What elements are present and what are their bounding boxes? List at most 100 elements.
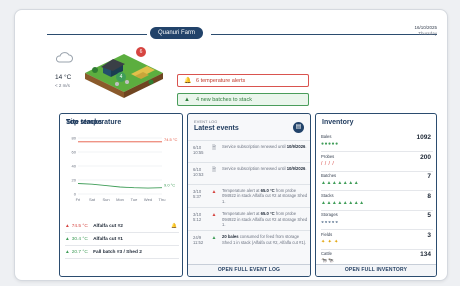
x-tick-label: Tue xyxy=(131,197,139,202)
event-log-tag: EVENT LOG xyxy=(194,120,218,124)
event-timestamp: 3/10 5:12 xyxy=(193,212,202,223)
inventory-glyph-icon: ●●●●● xyxy=(321,141,339,147)
stack-temperature: 74.5 °C xyxy=(71,224,88,229)
x-tick-label: Sat xyxy=(89,197,96,202)
latest-events-title: Latest events xyxy=(194,125,239,132)
x-tick-label: Sun xyxy=(102,197,109,202)
stack-icon: ▲ xyxy=(211,235,217,242)
cloud-icon xyxy=(55,52,73,63)
stack-icon: ▲ xyxy=(184,97,190,103)
new-batches-text: 4 new batches to stack xyxy=(196,97,252,103)
inventory-count: 7 xyxy=(427,173,431,180)
inventory-glyph-icon: ▲▲▲▲▲▲▲▲ xyxy=(321,199,365,206)
temperature-chart[interactable]: 80 60 40 20 0Fri Sat Sun Mon Tue Wed Thu 74.5 °C 9.0… xyxy=(64,132,180,204)
weekday-text: Thursday xyxy=(418,31,437,36)
inventory-glyph-icon: / / / / xyxy=(321,160,335,167)
inventory-label: Fields xyxy=(321,231,333,237)
dashboard-frame: Quanuri Farm 16/10/2025 Thursday 14 °C <… xyxy=(14,9,448,281)
inventory-row-probes[interactable]: Probes 200 / / / / xyxy=(321,152,433,172)
header-rule-left xyxy=(47,34,147,35)
alert-bell-icon: 🔔 xyxy=(171,224,177,229)
open-event-log-button[interactable]: OPEN FULL EVENT LOG xyxy=(188,264,310,276)
inventory-row-fields[interactable]: Fields 3 ✦ ✦ ✦ xyxy=(321,230,433,250)
event-text: Temperature alert at 65.0 °C from probe … xyxy=(222,188,308,204)
header-rule-right xyxy=(211,34,437,35)
inventory-glyph-icon: ◒◒◒◒◒ xyxy=(321,219,339,225)
inventory-count: 134 xyxy=(420,251,431,258)
alert-icon: ▲ xyxy=(211,212,217,219)
inventory-count: 1092 xyxy=(416,134,431,141)
inventory-label: Cattle xyxy=(321,251,332,256)
inventory-card: Inventory Bales 1092 ●●●●● Probes 200 / / / /… xyxy=(315,113,437,277)
open-inventory-button[interactable]: OPEN FULL INVENTORY xyxy=(316,264,436,276)
stack-row[interactable]: ▲ 74.5 °C Alfalfa cut #2 🔔 xyxy=(65,221,179,233)
batch-count-badge[interactable]: 4 xyxy=(116,72,126,82)
inventory-count: 8 xyxy=(427,192,431,200)
y-tick-label: 60 xyxy=(72,150,77,155)
inventory-count: 5 xyxy=(427,212,431,219)
weather-temperature: 14 °C xyxy=(55,74,72,81)
stack-icon: ▲ xyxy=(65,224,70,229)
temperature-alerts-banner[interactable]: 🔔 6 temperature alerts xyxy=(177,74,309,87)
event-text: Service subscription renewed until 10/9/… xyxy=(222,144,307,149)
inventory-row-stacks[interactable]: Stacks 8 ▲▲▲▲▲▲▲▲ xyxy=(321,191,433,211)
document-icon: 🗎 xyxy=(211,167,217,173)
stack-row[interactable]: ▲ 20.7 °C Fall batch #3 / Shed 2 xyxy=(65,247,179,259)
inventory-label: Storages xyxy=(321,212,338,217)
inventory-label: Stacks xyxy=(321,192,334,198)
temperature-alerts-text: 6 temperature alerts xyxy=(196,78,246,84)
y-tick-label: 40 xyxy=(72,164,77,169)
alert-icon: ▲ xyxy=(211,189,217,195)
event-item[interactable]: 6/10 10:55 🗎 Service subscription renewed u… xyxy=(188,140,310,162)
stack-icon: ▲ xyxy=(65,237,70,242)
event-timestamp: 24/9 11:52 xyxy=(193,235,204,246)
stack-name: Fall batch #3 / Shed 2 xyxy=(93,250,142,255)
inventory-label: Batches xyxy=(321,173,337,178)
stack-temperature: 30.4 °C xyxy=(71,237,88,242)
stack-row[interactable]: ▲ 30.4 °C Alfalfa cut #1 xyxy=(65,234,179,246)
inventory-row-batches[interactable]: Batches 7 ▲▲▲▲▲▲▲ xyxy=(321,171,433,191)
event-item[interactable]: 3/10 5:37 ▲ Temperature alert at 65.0 °C fr… xyxy=(188,184,310,207)
events-card: EVENT LOG Latest events ▤ 6/10 10:55 🗎 Serv… xyxy=(187,113,311,277)
document-icon: 🗎 xyxy=(211,145,217,151)
x-tick-label: Mon xyxy=(116,197,124,202)
header-date: 16/10/2025 Thursday xyxy=(414,25,437,37)
top-stacks-title: Top stacks xyxy=(66,119,103,126)
stack-icon: ▲ xyxy=(65,250,70,255)
stack-name: Alfalfa cut #1 xyxy=(93,237,123,242)
y-tick-label: 0 xyxy=(74,192,77,197)
inventory-label: Bales xyxy=(321,134,332,139)
event-item[interactable]: 3/10 5:12 ▲ Temperature alert at 65.0 °C fr… xyxy=(188,207,310,230)
series-end-label: 74.5 °C xyxy=(164,137,177,142)
inventory-count: 200 xyxy=(420,153,431,161)
site-temperature-card: Site temperature 80 60 40 20 0 Fri Sat Sun Mon Tu… xyxy=(59,113,183,277)
event-item[interactable]: 6/10 10:53 🗎 Service subscription renewed u… xyxy=(188,162,310,184)
inventory-label: Probes xyxy=(321,153,335,159)
weather-wind: < 2 m/s xyxy=(55,83,70,88)
x-tick-label: Wed xyxy=(144,197,152,202)
inventory-title: Inventory xyxy=(322,119,354,126)
event-item[interactable]: 24/9 11:52 ▲ 20 bales consumed for feed fro… xyxy=(188,230,310,252)
stack-name: Alfalfa cut #2 xyxy=(93,224,123,229)
y-tick-label: 80 xyxy=(72,136,77,141)
series-line-1 xyxy=(77,183,163,189)
event-text: 20 bales consumed for feed from storage … xyxy=(222,234,307,245)
event-timestamp: 6/10 10:53 xyxy=(193,167,204,177)
event-log-icon[interactable]: ▤ xyxy=(293,122,304,133)
y-tick-label: 20 xyxy=(72,178,77,183)
event-text: Service subscription renewed until 10/9/… xyxy=(222,166,307,171)
inventory-glyph-icon: ✦ ✦ ✦ xyxy=(321,238,339,245)
x-tick-label: Fri xyxy=(76,197,81,202)
inventory-glyph-icon: ▲▲▲▲▲▲▲ xyxy=(321,180,360,186)
event-timestamp: 3/10 5:37 xyxy=(193,189,202,199)
stack-temperature: 20.7 °C xyxy=(71,250,88,255)
farm-name-badge[interactable]: Quanuri Farm xyxy=(150,27,204,39)
bell-icon: 🔔 xyxy=(184,78,192,84)
alert-count-badge[interactable]: 6 xyxy=(136,47,146,57)
inventory-row-storages[interactable]: Storages 5 ◒◒◒◒◒ xyxy=(321,210,433,230)
inventory-count: 3 xyxy=(427,231,431,239)
inventory-row-bales[interactable]: Bales 1092 ●●●●● xyxy=(321,132,433,152)
series-end-label: 9.0 °C xyxy=(164,183,175,188)
new-batches-banner[interactable]: ▲ 4 new batches to stack xyxy=(177,93,309,106)
x-tick-label: Thu xyxy=(159,197,166,202)
